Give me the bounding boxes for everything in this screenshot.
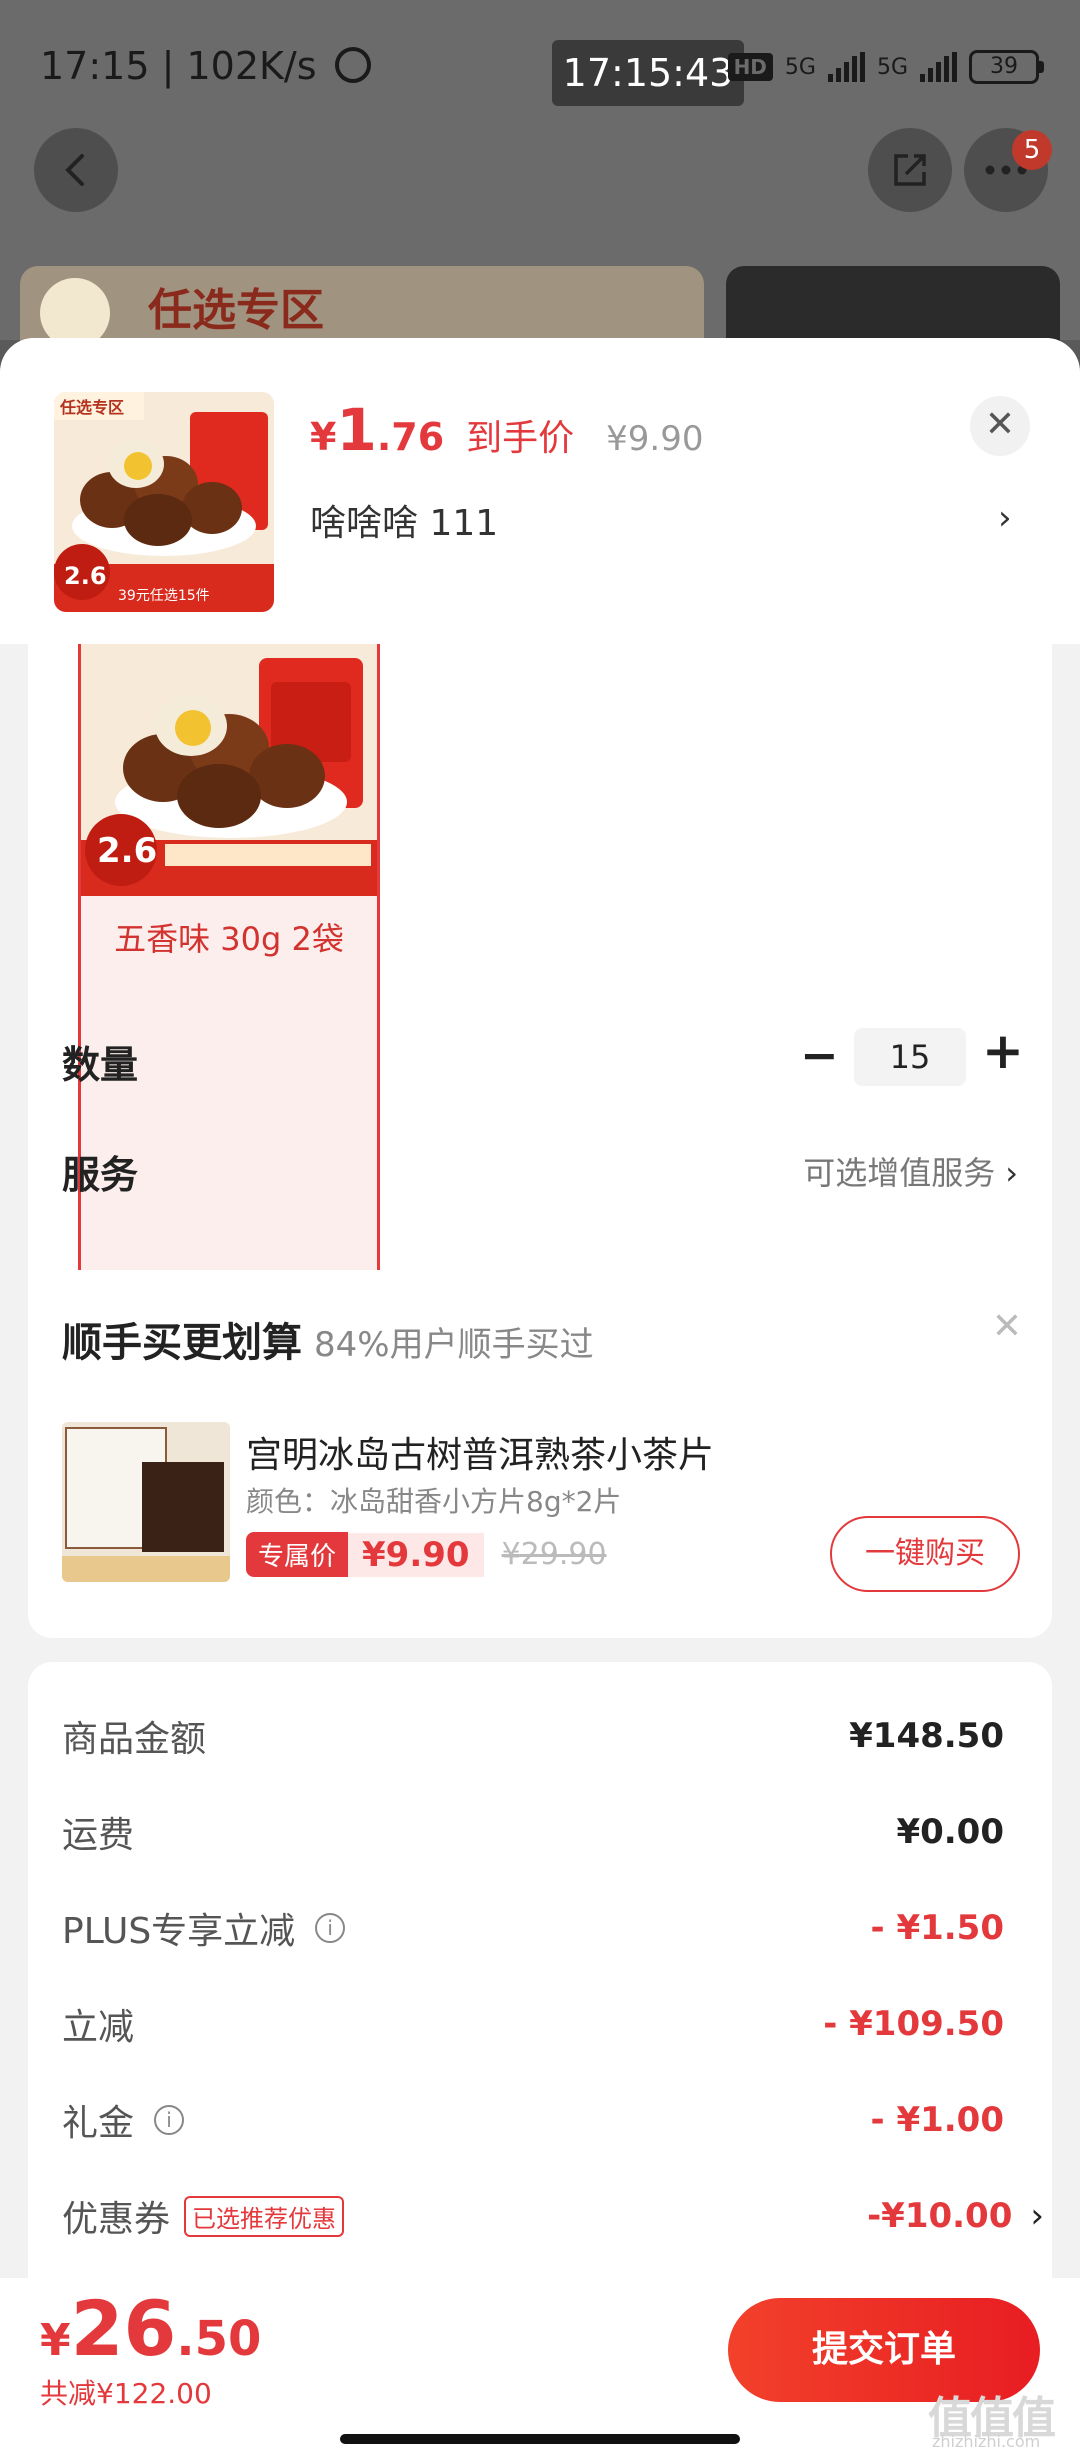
total-integer: 26 bbox=[70, 2284, 177, 2373]
gift-label: 礼金 bbox=[62, 2103, 135, 2144]
watermark-site: zhizhizhi.com bbox=[932, 2432, 1041, 2451]
signal-icon bbox=[827, 52, 865, 82]
close-button[interactable]: ✕ bbox=[970, 396, 1030, 456]
status-left: 17:15 | 102K/s bbox=[40, 44, 371, 88]
shipping-row: 运费 ¥0.00 bbox=[62, 1806, 1004, 1858]
addon-price-row: 专属价 ¥9.90 ¥29.90 bbox=[246, 1532, 607, 1577]
addon-original-price: ¥29.90 bbox=[501, 1537, 607, 1572]
instant-discount-label: 立减 bbox=[62, 2007, 135, 2048]
product-thumbnail: 任选专区 2.6 39元任选15件 bbox=[54, 392, 274, 612]
service-value: 可选增值服务 bbox=[803, 1154, 996, 1192]
back-button[interactable] bbox=[34, 128, 118, 212]
thumb-promo: 39元任选15件 bbox=[118, 588, 210, 604]
selected-sku[interactable]: 啥啥啥 111 bbox=[310, 494, 498, 546]
quantity-input[interactable]: 15 bbox=[854, 1028, 966, 1086]
service-label: 服务 bbox=[62, 1153, 139, 1197]
total-savings: 共减¥122.00 bbox=[40, 2377, 212, 2410]
instant-discount-value: - ¥109.50 bbox=[823, 2004, 1004, 2044]
battery-level: 39 bbox=[969, 50, 1039, 84]
svg-text:2.6: 2.6 bbox=[97, 831, 157, 871]
price-integer: 1 bbox=[336, 396, 377, 464]
coupon-tag: 已选推荐优惠 bbox=[184, 2195, 345, 2237]
goods-amount-row: 商品金额 ¥148.50 bbox=[62, 1710, 1004, 1762]
chevron-left-icon bbox=[65, 154, 84, 186]
addon-subtitle: 84%用户顺手买过 bbox=[314, 1325, 594, 1365]
thumb-price: 2.6 bbox=[64, 562, 107, 590]
plus-discount-label: PLUS专享立减 bbox=[62, 1911, 296, 1952]
service-selector[interactable]: 可选增值服务 › bbox=[803, 1148, 1018, 1194]
close-icon[interactable]: ✕ bbox=[992, 1306, 1022, 1347]
variant-option-selected[interactable]: 2.6 五香味 30g 2袋 bbox=[78, 644, 380, 1332]
addon-card: 顺手买更划算 84%用户顺手买过 ✕ 宫明冰岛古树普洱熟茶小茶片 颜色：冰岛甜香小… bbox=[28, 1270, 1052, 1638]
info-icon[interactable]: i bbox=[154, 2105, 185, 2135]
plus-discount-row: PLUS专享立减 i - ¥1.50 bbox=[62, 1902, 1004, 1954]
addon-product-name[interactable]: 宫明冰岛古树普洱熟茶小茶片 bbox=[246, 1426, 714, 1478]
plus-discount-value: - ¥1.50 bbox=[870, 1908, 1005, 1948]
network-label-2: 5G bbox=[876, 54, 908, 80]
order-sheet: 2.6 五香味 30g 2袋 任选专区 2.6 39元任选15件 ¥ 1 .76… bbox=[0, 338, 1080, 2460]
status-bar: 17:15 | 102K/s 17:15:43 HD 5G 5G 39 bbox=[0, 0, 1080, 130]
shipping-label: 运费 bbox=[62, 1815, 135, 1856]
hd-icon: HD bbox=[727, 53, 773, 81]
chevron-right-icon: › bbox=[1030, 2196, 1044, 2236]
final-price-label: 到手价 bbox=[466, 418, 575, 459]
coupon-value: -¥10.00 bbox=[867, 2196, 1013, 2236]
share-button[interactable] bbox=[868, 128, 952, 212]
exclusive-price: ¥9.90 bbox=[348, 1532, 484, 1577]
status-icons: HD 5G 5G 39 bbox=[727, 50, 1044, 84]
exclusive-price-tag: 专属价 bbox=[246, 1532, 349, 1577]
quantity-increase-button[interactable]: + bbox=[982, 1022, 1024, 1080]
total-symbol: ¥ bbox=[40, 2315, 71, 2366]
home-indicator[interactable] bbox=[340, 2434, 740, 2444]
clock-pill: 17:15:43 bbox=[552, 40, 744, 106]
goods-amount-value: ¥148.50 bbox=[849, 1716, 1004, 1756]
thumb-badge: 任选专区 bbox=[59, 398, 124, 417]
quantity-label: 数量 bbox=[62, 1043, 139, 1087]
goods-amount-label: 商品金额 bbox=[62, 1719, 207, 1760]
egg-product-image: 2.6 bbox=[81, 644, 377, 896]
price-row: ¥ 1 .76 到手价 ¥9.90 bbox=[310, 396, 704, 464]
network-label-1: 5G bbox=[784, 54, 816, 80]
coupon-label: 优惠券 bbox=[62, 2199, 171, 2240]
gift-row: 礼金 i - ¥1.00 bbox=[62, 2094, 1004, 2146]
signal-icon-2 bbox=[920, 52, 957, 82]
share-icon bbox=[894, 154, 926, 186]
original-price: ¥9.90 bbox=[606, 419, 704, 459]
background-banner-text: 任选专区 bbox=[148, 285, 324, 336]
gift-value: - ¥1.00 bbox=[870, 2100, 1005, 2140]
price-decimal: .76 bbox=[376, 415, 445, 459]
addon-title: 顺手买更划算 84%用户顺手买过 bbox=[62, 1320, 594, 1366]
variant-image: 2.6 bbox=[81, 644, 377, 896]
one-click-buy-button[interactable]: 一键购买 bbox=[830, 1516, 1020, 1592]
instant-discount-row: 立减 - ¥109.50 bbox=[62, 1998, 1004, 2050]
price-symbol: ¥ bbox=[310, 415, 337, 459]
shipping-value: ¥0.00 bbox=[896, 1812, 1004, 1852]
close-icon: ✕ bbox=[984, 404, 1016, 445]
addon-thumbnail bbox=[62, 1422, 230, 1582]
total-decimal: .50 bbox=[176, 2311, 262, 2367]
alarm-icon bbox=[334, 47, 371, 83]
quantity-decrease-button[interactable]: − bbox=[800, 1028, 839, 1082]
notification-badge: 5 bbox=[1012, 130, 1052, 170]
chevron-right-icon: › bbox=[1005, 1154, 1018, 1192]
total-price: ¥ 26 .50 bbox=[40, 2284, 261, 2373]
chevron-right-icon[interactable]: › bbox=[998, 498, 1012, 538]
info-icon[interactable]: i bbox=[315, 1913, 346, 1943]
coupon-row[interactable]: 优惠券 已选推荐优惠 -¥10.00 › bbox=[62, 2190, 1044, 2242]
variant-label: 五香味 30g 2袋 bbox=[114, 920, 344, 958]
addon-product-spec: 颜色：冰岛甜香小方片8g*2片 bbox=[246, 1485, 622, 1518]
status-time-speed: 17:15 | 102K/s bbox=[40, 44, 317, 88]
battery-icon: 39 bbox=[969, 50, 1044, 84]
